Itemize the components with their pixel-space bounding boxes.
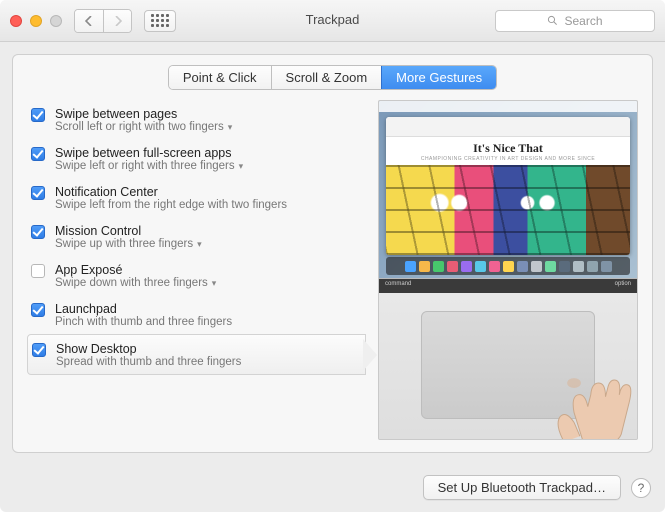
- chevron-down-icon: ▾: [197, 239, 202, 250]
- dock-app-icon: [447, 261, 458, 272]
- close-icon[interactable]: [10, 15, 22, 27]
- dock-app-icon: [475, 261, 486, 272]
- tab-scroll-zoom[interactable]: Scroll & Zoom: [271, 66, 382, 89]
- dock-app-icon: [531, 261, 542, 272]
- checkbox[interactable]: [31, 225, 45, 239]
- preview-menubar: [379, 101, 637, 112]
- preview-site-tag: CHAMPIONING CREATIVITY IN ART DESIGN AND…: [386, 156, 630, 165]
- option-row[interactable]: Notification CenterSwipe left from the r…: [27, 178, 360, 217]
- dock-app-icon: [517, 261, 528, 272]
- option-title: Launchpad: [55, 302, 232, 316]
- key-right: option: [615, 281, 631, 291]
- thumb-shadow: [567, 378, 581, 388]
- help-button[interactable]: ?: [631, 478, 651, 498]
- dock-app-icon: [489, 261, 500, 272]
- back-button[interactable]: [75, 10, 103, 32]
- option-subtitle: Spread with thumb and three fingers: [56, 356, 241, 368]
- checkbox[interactable]: [31, 303, 45, 317]
- dock-app-icon: [503, 261, 514, 272]
- option-title: Mission Control: [55, 224, 202, 238]
- dock-app-icon: [461, 261, 472, 272]
- preview-trackpad-area: [379, 293, 637, 439]
- option-subtitle[interactable]: Scroll left or right with two fingers▾: [55, 121, 232, 133]
- titlebar: Trackpad Search: [0, 0, 665, 42]
- search-field[interactable]: Search: [495, 10, 655, 32]
- tab-bar: Point & ClickScroll & ZoomMore Gestures: [168, 65, 497, 90]
- dock-app-icon: [587, 261, 598, 272]
- preview-browser: It's Nice That CHAMPIONING CREATIVITY IN…: [386, 117, 630, 255]
- checkbox[interactable]: [31, 264, 45, 278]
- preview-artwork: [386, 165, 630, 255]
- option-row[interactable]: LaunchpadPinch with thumb and three fing…: [27, 295, 360, 334]
- option-title: Swipe between full-screen apps: [55, 146, 243, 160]
- checkbox[interactable]: [31, 186, 45, 200]
- option-subtitle[interactable]: Swipe down with three fingers▾: [55, 277, 216, 289]
- dock-app-icon: [573, 261, 584, 272]
- chevron-down-icon: ▾: [228, 122, 233, 133]
- dock-app-icon: [601, 261, 612, 272]
- panel: Point & ClickScroll & ZoomMore Gestures …: [12, 54, 653, 453]
- content-area: Point & ClickScroll & ZoomMore Gestures …: [0, 42, 665, 465]
- option-subtitle[interactable]: Swipe up with three fingers▾: [55, 238, 202, 250]
- checkbox[interactable]: [32, 343, 46, 357]
- option-row[interactable]: App ExposéSwipe down with three fingers▾: [27, 256, 360, 295]
- prefs-window: Trackpad Search Point & ClickScroll & Zo…: [0, 0, 665, 512]
- dock-app-icon: [433, 261, 444, 272]
- checkbox[interactable]: [31, 147, 45, 161]
- preview-keyboard-row: command option: [379, 279, 637, 293]
- option-row[interactable]: Swipe between pagesScroll left or right …: [27, 100, 360, 139]
- setup-bluetooth-button[interactable]: Set Up Bluetooth Trackpad…: [423, 475, 621, 500]
- option-title: Notification Center: [55, 185, 287, 199]
- preview-browser-chrome: [386, 117, 630, 137]
- tab-point-click[interactable]: Point & Click: [169, 66, 271, 89]
- grid-icon: [151, 14, 169, 27]
- dock-app-icon: [559, 261, 570, 272]
- chevron-down-icon: ▾: [239, 161, 244, 172]
- search-placeholder: Search: [564, 14, 602, 28]
- nav-buttons: [74, 9, 132, 33]
- gesture-options-list: Swipe between pagesScroll left or right …: [27, 100, 360, 440]
- dock-app-icon: [405, 261, 416, 272]
- chevron-down-icon: ▾: [212, 278, 217, 289]
- search-icon: [547, 15, 558, 26]
- forward-button[interactable]: [103, 10, 131, 32]
- footer: Set Up Bluetooth Trackpad… ?: [0, 465, 665, 512]
- panel-body: Swipe between pagesScroll left or right …: [27, 100, 638, 440]
- dock-app-icon: [419, 261, 430, 272]
- preview-dock: [386, 257, 630, 275]
- preview-pane: It's Nice That CHAMPIONING CREATIVITY IN…: [378, 100, 638, 440]
- traffic-lights: [10, 15, 62, 27]
- option-subtitle[interactable]: Swipe left or right with three fingers▾: [55, 160, 243, 172]
- option-row[interactable]: Swipe between full-screen appsSwipe left…: [27, 139, 360, 178]
- option-subtitle: Swipe left from the right edge with two …: [55, 199, 287, 211]
- key-left: command: [385, 281, 411, 291]
- option-row[interactable]: Mission ControlSwipe up with three finge…: [27, 217, 360, 256]
- option-subtitle: Pinch with thumb and three fingers: [55, 316, 232, 328]
- option-title: Show Desktop: [56, 342, 241, 356]
- zoom-icon[interactable]: [50, 15, 62, 27]
- tab-more-gestures[interactable]: More Gestures: [381, 66, 496, 89]
- dock-app-icon: [545, 261, 556, 272]
- preview-site-title: It's Nice That: [386, 137, 630, 156]
- option-title: Swipe between pages: [55, 107, 232, 121]
- option-row[interactable]: Show DesktopSpread with thumb and three …: [27, 334, 366, 375]
- option-title: App Exposé: [55, 263, 216, 277]
- hand-icon: [517, 325, 635, 440]
- preview-screen: It's Nice That CHAMPIONING CREATIVITY IN…: [379, 101, 637, 279]
- show-all-button[interactable]: [144, 10, 176, 32]
- minimize-icon[interactable]: [30, 15, 42, 27]
- checkbox[interactable]: [31, 108, 45, 122]
